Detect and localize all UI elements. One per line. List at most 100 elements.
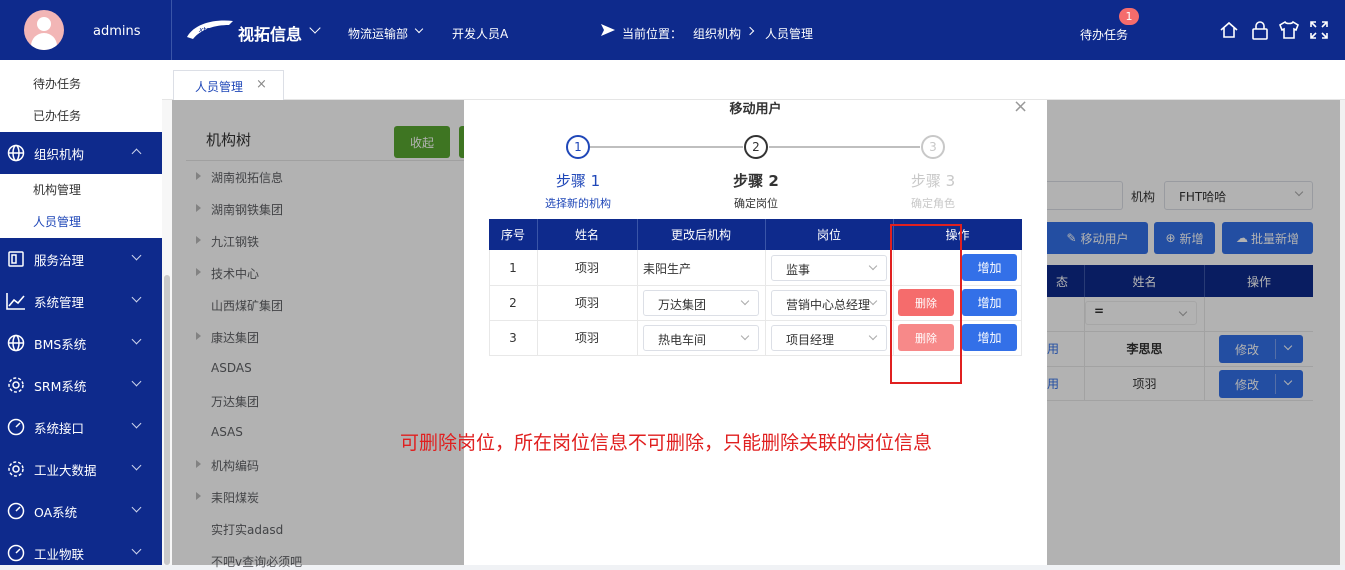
sidebar-menu-label: 系统接口 xyxy=(34,420,85,436)
chevron-down-icon xyxy=(131,334,142,345)
sidebar: 待办任务 已办任务 组织机构 机构管理 人员管理 服务治理 系统管理 BMS系统… xyxy=(0,60,162,565)
post-value: 监事 xyxy=(786,263,811,277)
globe-icon xyxy=(6,333,26,353)
sidebar-menu-api[interactable]: 系统接口 xyxy=(0,406,162,448)
post-value: 营销中心总经理 xyxy=(786,298,871,312)
brand-chevron-icon[interactable] xyxy=(309,22,321,34)
dept-chevron-icon[interactable] xyxy=(414,24,424,34)
breadcrumb-org[interactable]: 组织机构 xyxy=(693,25,741,42)
row-name: 项羽 xyxy=(574,331,599,345)
gauge-icon xyxy=(6,417,26,437)
step-2-desc: 确定岗位 xyxy=(734,197,778,210)
page-scrollbar[interactable] xyxy=(1340,100,1345,565)
sidebar-menu-label: OA系统 xyxy=(34,504,78,520)
step-3-title: 步骤 3 xyxy=(910,172,956,190)
org-value: 万达集团 xyxy=(658,298,707,312)
sidebar-menu-srm[interactable]: SRM系统 xyxy=(0,364,162,406)
add-post-button[interactable]: 增加 xyxy=(962,324,1017,351)
location-label: 当前位置： xyxy=(622,27,683,41)
sidebar-scrollbar-track xyxy=(162,100,172,565)
row-name: 项羽 xyxy=(574,296,599,310)
globe-icon xyxy=(6,143,26,163)
tab-bar: 人员管理 × xyxy=(162,60,1345,101)
sidebar-menu-iot[interactable]: 工业物联 xyxy=(0,532,162,565)
chevron-down-icon xyxy=(868,261,878,271)
step-3-circle: 3 xyxy=(921,135,945,159)
dept-dropdown[interactable]: 物流运输部 xyxy=(348,25,408,42)
sidebar-menu-label: 系统管理 xyxy=(34,294,85,310)
chevron-down-icon xyxy=(131,376,142,387)
step-1-circle: 1 xyxy=(566,135,590,159)
step-1-desc: 选择新的机构 xyxy=(545,197,611,210)
service-icon xyxy=(6,249,26,269)
chevron-down-icon xyxy=(131,460,142,471)
sidebar-item-user-mgmt[interactable]: 人员管理 xyxy=(0,206,162,238)
sidebar-menu-label: 服务治理 xyxy=(34,252,85,268)
divider xyxy=(765,250,766,356)
sidebar-menu-oa[interactable]: OA系统 xyxy=(0,490,162,532)
sidebar-menu-bms[interactable]: BMS系统 xyxy=(0,322,162,364)
brand-logo-icon: xtm xyxy=(185,17,235,46)
sidebar-menu-system[interactable]: 系统管理 xyxy=(0,280,162,322)
breadcrumb-separator-icon xyxy=(745,26,755,36)
home-icon[interactable] xyxy=(1219,20,1239,43)
chevron-down-icon xyxy=(740,331,750,341)
divider xyxy=(637,219,638,250)
chevron-down-icon xyxy=(131,502,142,513)
row-index: 2 xyxy=(509,295,517,310)
tab-label: 人员管理 xyxy=(195,80,244,94)
col-post-header: 岗位 xyxy=(816,228,841,242)
top-bar: admins xtm 视拓信息 物流运输部 开发人员A 当前位置： 组织机构 人… xyxy=(0,0,1345,60)
breadcrumb-current: 人员管理 xyxy=(765,27,814,41)
sidebar-menu-bigdata[interactable]: 工业大数据 xyxy=(0,448,162,490)
gear-icon xyxy=(6,459,26,479)
shirt-icon[interactable] xyxy=(1278,20,1300,43)
tab-close-icon[interactable]: × xyxy=(256,77,267,92)
divider xyxy=(537,219,538,250)
sidebar-menu-label: 组织机构 xyxy=(34,146,85,162)
tab-user-mgmt[interactable]: 人员管理 × xyxy=(173,70,284,101)
add-post-button[interactable]: 增加 xyxy=(962,289,1017,316)
annotation-note: 可删除岗位，所在岗位信息不可删除，只能删除关联的岗位信息 xyxy=(400,432,933,454)
org-value: 热电车间 xyxy=(658,333,707,347)
sidebar-menu-label: BMS系统 xyxy=(34,336,87,352)
fullscreen-icon[interactable] xyxy=(1309,20,1329,43)
todo-tasks-link[interactable]: 待办任务 xyxy=(1080,26,1128,43)
sidebar-scrollbar-thumb[interactable] xyxy=(164,275,170,565)
divider xyxy=(637,250,638,356)
chevron-down-icon xyxy=(131,250,142,261)
post-select[interactable]: 营销中心总经理 xyxy=(771,290,887,316)
user-dropdown[interactable]: 开发人员A xyxy=(452,25,508,42)
add-post-button[interactable]: 增加 xyxy=(962,254,1017,281)
sidebar-menu-org[interactable]: 组织机构 xyxy=(0,132,162,174)
svg-text:xtm: xtm xyxy=(198,26,213,34)
annotation-highlight-box xyxy=(890,224,962,384)
col-org-header: 更改后机构 xyxy=(670,228,731,242)
row-org: 耒阳生产 xyxy=(643,262,692,276)
post-select[interactable]: 监事 xyxy=(771,255,887,281)
brand-name[interactable]: 视拓信息 xyxy=(238,21,302,45)
sidebar-menu-label: 工业大数据 xyxy=(34,462,97,478)
lock-icon[interactable] xyxy=(1251,20,1269,43)
chevron-down-icon xyxy=(131,292,142,303)
sidebar-menu-service[interactable]: 服务治理 xyxy=(0,238,162,280)
chevron-down-icon xyxy=(740,296,750,306)
avatar[interactable] xyxy=(24,10,64,50)
sidebar-submenu-org: 机构管理 人员管理 xyxy=(0,174,162,238)
step-2-circle: 2 xyxy=(744,135,768,159)
divider xyxy=(765,219,766,250)
sidebar-item-done[interactable]: 已办任务 xyxy=(0,100,162,132)
col-index-header: 序号 xyxy=(500,228,525,242)
org-select[interactable]: 万达集团 xyxy=(643,290,759,316)
username[interactable]: admins xyxy=(93,24,141,39)
org-select[interactable]: 热电车间 xyxy=(643,325,759,351)
location-arrow-icon xyxy=(600,23,616,40)
step-2-title: 步骤 2 xyxy=(733,172,779,190)
gauge-icon xyxy=(6,543,26,563)
post-select[interactable]: 项目经理 xyxy=(771,325,887,351)
sidebar-submenu-tasks: 待办任务 已办任务 xyxy=(0,60,162,132)
gear-icon xyxy=(6,375,26,395)
sidebar-item-org-mgmt[interactable]: 机构管理 xyxy=(0,174,162,206)
sidebar-item-pending[interactable]: 待办任务 xyxy=(0,68,162,100)
close-icon[interactable]: × xyxy=(1013,96,1028,117)
